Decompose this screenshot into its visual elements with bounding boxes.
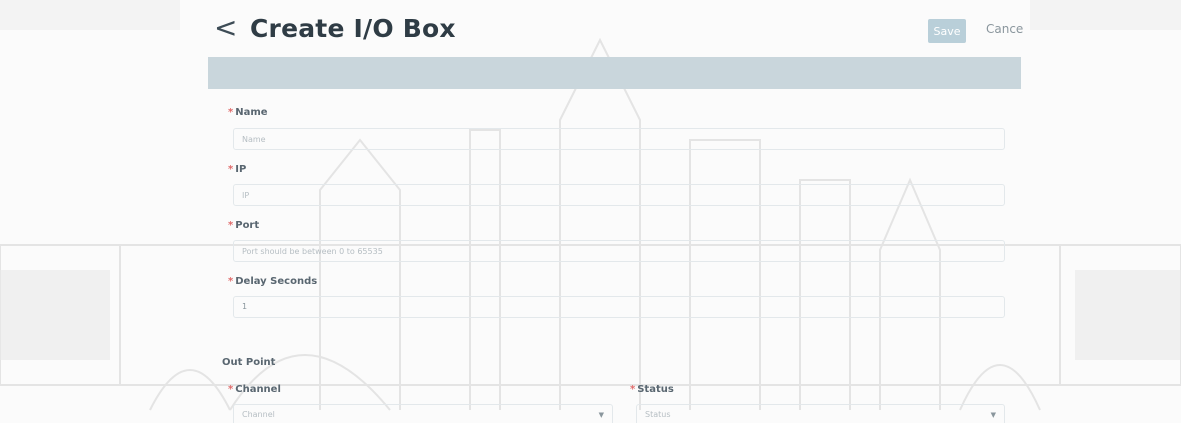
cancel-button[interactable]: Cancel [986,22,1023,36]
name-label-text: Name [235,107,268,118]
chevron-down-icon: ▼ [990,411,996,419]
save-button[interactable]: Save [928,19,966,43]
page-title: Create I/O Box [250,14,456,43]
out-point-heading: Out Point [222,357,276,368]
ip-field[interactable] [233,184,1005,206]
status-label-text: Status [637,384,674,395]
required-marker: * [228,164,234,175]
name-field[interactable] [233,128,1005,150]
header-banner [208,57,1021,89]
port-label: * Port [228,220,259,231]
page-header: < Create I/O Box Save Cancel [208,0,1023,56]
required-marker: * [228,107,234,118]
port-label-text: Port [235,220,260,231]
create-io-box-page: < Create I/O Box Save Cancel *Name *IP *… [208,0,1023,423]
required-marker: * [630,384,636,395]
screen: < Create I/O Box Save Cancel *Name *IP *… [0,0,1181,423]
chevron-down-icon: ▼ [598,411,604,419]
delay-seconds-label: * Delay Seconds [228,276,317,287]
channel-label-text: Channel [235,384,281,395]
port-field[interactable] [233,240,1005,262]
chevron-left-icon[interactable]: < [214,14,237,42]
channel-select-value: Channel [242,410,275,419]
required-marker: * [228,220,234,231]
channel-select[interactable]: Channel ▼ [233,404,613,423]
delay-seconds-label-text: Delay Seconds [235,276,318,287]
channel-label: * Channel [228,384,281,395]
delay-seconds-field[interactable]: 1 [233,296,1005,318]
status-label: * Status [630,384,674,395]
required-marker: * [228,276,234,287]
status-select-value: Status [645,410,671,419]
name-label: * Name [228,107,268,118]
ip-label: * IP [228,164,246,175]
ip-label-text: IP [235,164,247,175]
status-select[interactable]: Status ▼ [636,404,1005,423]
required-marker: * [228,384,234,395]
